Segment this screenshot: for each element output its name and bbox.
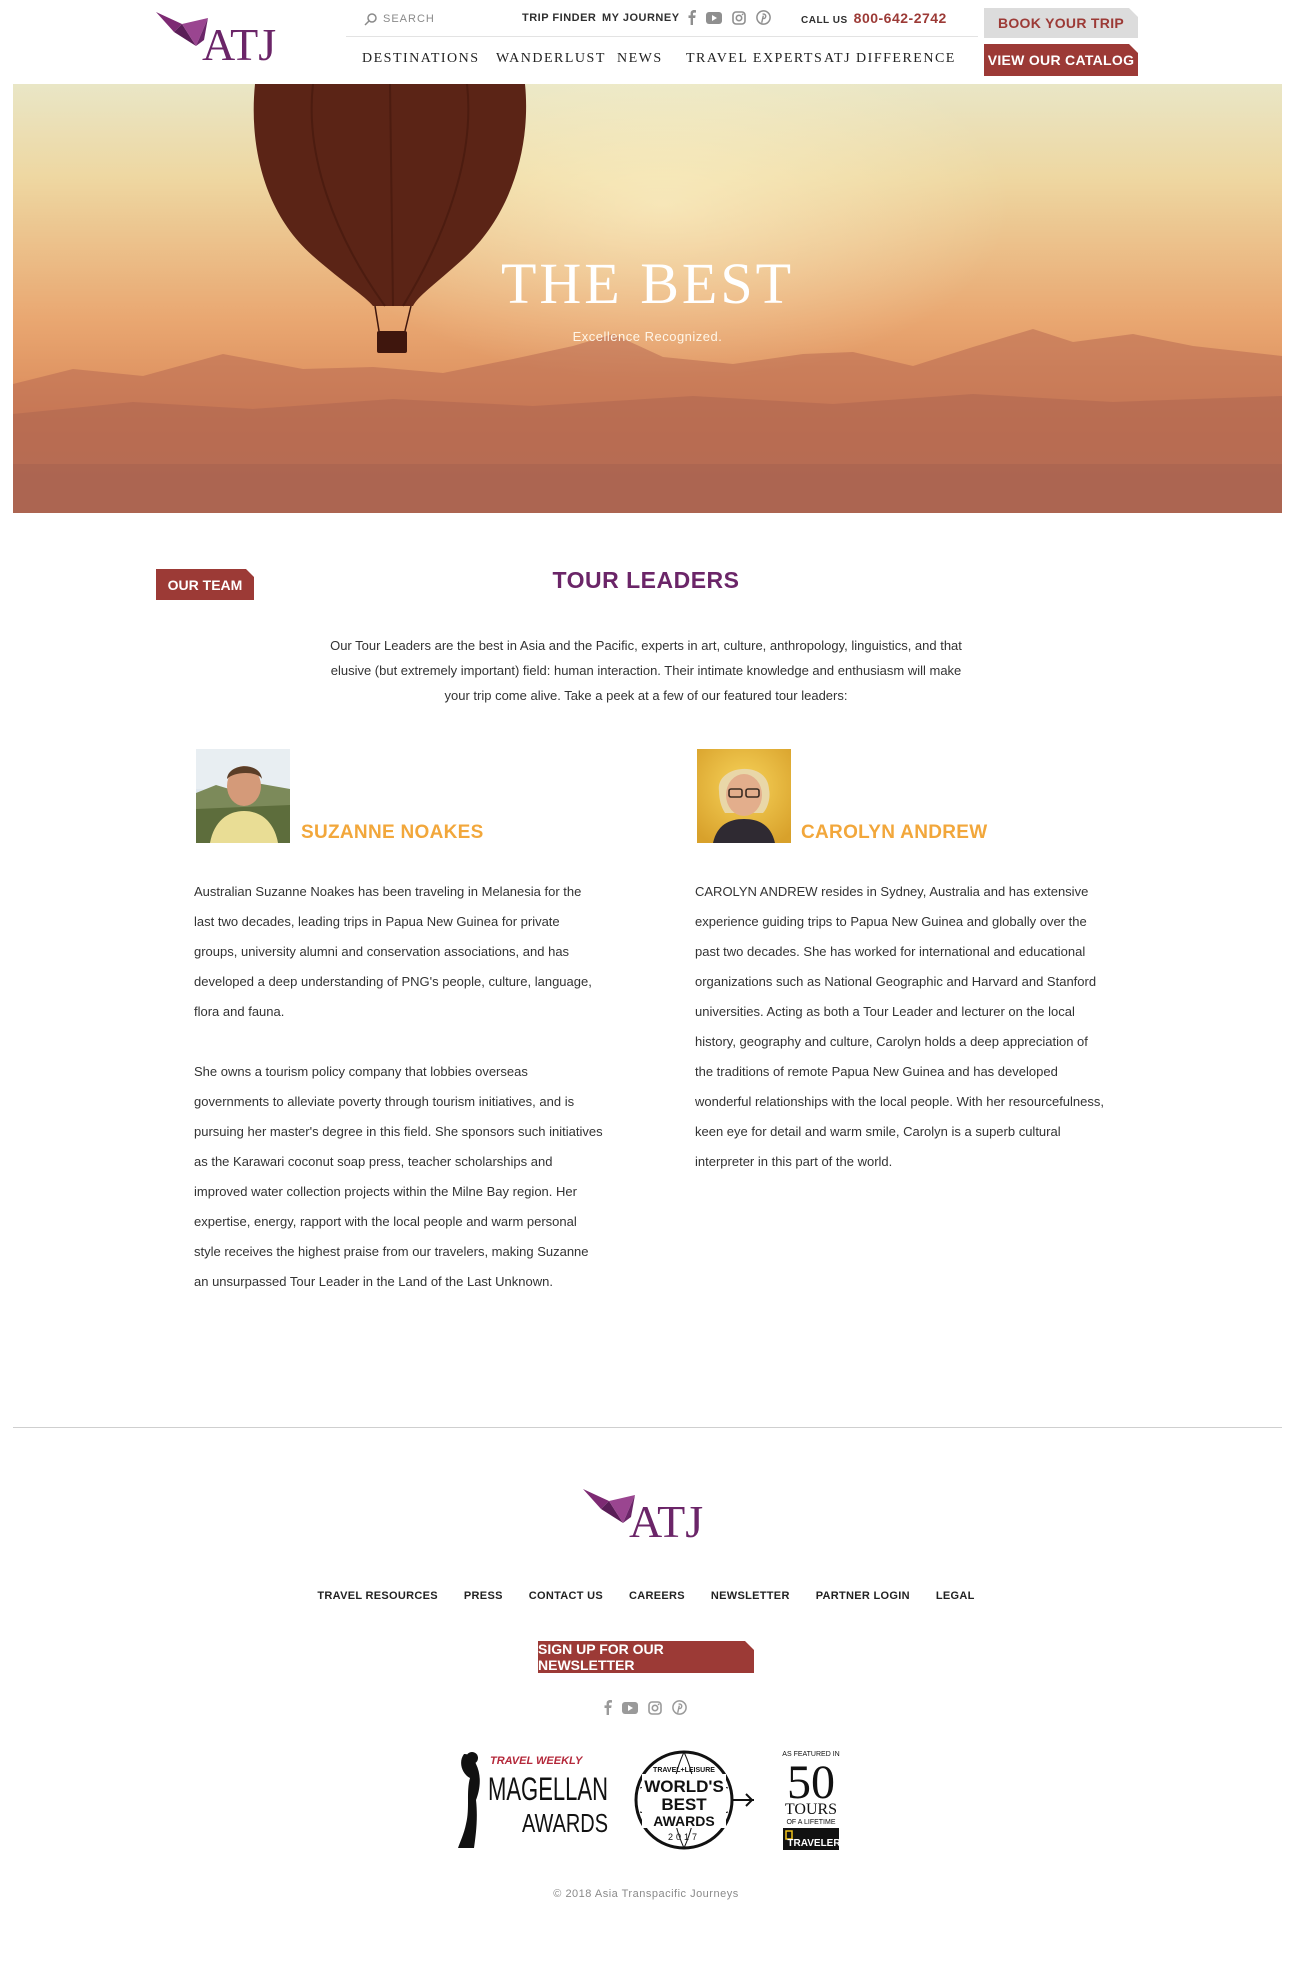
footer-link-travel-resources[interactable]: TRAVEL RESOURCES xyxy=(317,1590,438,1602)
footer-divider xyxy=(13,1427,1282,1428)
magellan-awards-logo: TRAVEL WEEKLY MAGELLAN AWARDS xyxy=(458,1752,608,1848)
fifty-tours-line2: OF A LIFETIME xyxy=(786,1819,835,1826)
trip-finder-link[interactable]: TRIP FINDER xyxy=(522,12,596,24)
search-box[interactable]: SEARCH xyxy=(364,10,500,28)
footer-links: TRAVEL RESOURCES PRESS CONTACT US CAREER… xyxy=(0,1590,1292,1602)
corner-fold xyxy=(1129,8,1138,17)
nav-destinations[interactable]: DESTINATIONS xyxy=(362,51,480,67)
youtube-icon[interactable] xyxy=(622,1701,638,1714)
pinterest-icon[interactable] xyxy=(756,10,771,25)
footer-social-icons xyxy=(604,1700,687,1715)
nav-travel-experts[interactable]: TRAVEL EXPERTS xyxy=(686,51,823,67)
bio-paragraph: She owns a tourism policy company that l… xyxy=(194,1064,603,1289)
magellan-line1: MAGELLAN xyxy=(488,1771,608,1807)
hero-title: THE BEST xyxy=(500,251,795,316)
leader-photo-carolyn xyxy=(697,749,791,843)
facebook-icon[interactable] xyxy=(604,1700,612,1715)
book-your-trip-label: BOOK YOUR TRIP xyxy=(997,15,1125,31)
bio-paragraph: Australian Suzanne Noakes has been trave… xyxy=(194,884,592,1019)
magellan-line2: AWARDS xyxy=(522,1808,608,1838)
worlds-best-year: 2017 xyxy=(668,1832,700,1842)
hero-subtitle: Excellence Recognized. xyxy=(572,329,723,344)
hero-banner: THE BEST Excellence Recognized. xyxy=(13,84,1282,513)
pinterest-icon[interactable] xyxy=(672,1700,687,1715)
search-input[interactable]: SEARCH xyxy=(383,13,435,25)
book-your-trip-button[interactable]: BOOK YOUR TRIP xyxy=(984,8,1138,38)
leader-bio-carolyn: CAROLYN ANDREW resides in Sydney, Austra… xyxy=(695,877,1105,1177)
phone-number-link[interactable]: 800-642-2742 xyxy=(854,10,947,26)
worlds-best-line2: BEST xyxy=(661,1795,707,1814)
worlds-best-brand: TRAVEL+LEISURE xyxy=(653,1767,715,1774)
nav-atj-difference[interactable]: ATJ DIFFERENCE xyxy=(824,51,956,67)
view-catalog-button[interactable]: VIEW OUR CATALOG xyxy=(984,44,1138,76)
worlds-best-line1: WORLD'S xyxy=(644,1777,724,1796)
intro-text: Our Tour Leaders are the best in Asia an… xyxy=(330,638,962,703)
worlds-best-awards-badge: TRAVEL+LEISURE WORLD'S BEST AWARDS 2017 xyxy=(632,1748,758,1857)
origami-bird-icon: ATJ xyxy=(156,12,276,70)
footer-link-newsletter[interactable]: NEWSLETTER xyxy=(711,1590,790,1602)
leader-name-suzanne: SUZANNE NOAKES xyxy=(301,822,484,843)
origami-bird-icon: ATJ xyxy=(583,1489,703,1547)
leader-photo-suzanne xyxy=(196,749,290,843)
section-title: TOUR LEADERS xyxy=(552,567,740,593)
search-icon xyxy=(364,12,377,26)
header-social-icons xyxy=(688,10,771,25)
footer-link-partner-login[interactable]: PARTNER LOGIN xyxy=(816,1590,910,1602)
header-divider xyxy=(346,36,978,37)
newsletter-signup-label: SIGN UP FOR OUR NEWSLETTER xyxy=(538,1641,664,1673)
fifty-tours-badge: AS FEATURED IN 50 TOURS OF A LIFETIME TR… xyxy=(778,1748,844,1857)
bio-paragraph: CAROLYN ANDREW resides in Sydney, Austra… xyxy=(695,884,1104,1169)
nav-wanderlust[interactable]: WANDERLUST xyxy=(496,51,606,67)
logo-text: ATJ xyxy=(202,19,276,70)
leader-bio-suzanne: Australian Suzanne Noakes has been trave… xyxy=(194,877,604,1297)
instagram-icon[interactable] xyxy=(648,1700,662,1715)
carolyn-portrait-image xyxy=(697,749,791,843)
footer-link-contact-us[interactable]: CONTACT US xyxy=(529,1590,603,1602)
call-us-label: CALL US xyxy=(801,15,848,26)
newsletter-signup-button[interactable]: SIGN UP FOR OUR NEWSLETTER xyxy=(538,1641,754,1673)
fifty-tours-line1: TOURS xyxy=(785,1801,837,1818)
leader-name-carolyn: CAROLYN ANDREW xyxy=(801,822,988,843)
facebook-icon[interactable] xyxy=(688,10,696,25)
footer-atj-logo[interactable]: ATJ xyxy=(583,1487,707,1553)
call-us: CALL US 800-642-2742 xyxy=(801,10,947,26)
fifty-tours-logo: AS FEATURED IN 50 TOURS OF A LIFETIME TR… xyxy=(782,1751,841,1850)
footer-logo-text: ATJ xyxy=(629,1496,703,1547)
suzanne-portrait-image xyxy=(196,749,290,843)
atj-logo[interactable]: ATJ xyxy=(156,10,280,76)
youtube-icon[interactable] xyxy=(706,11,722,24)
instagram-icon[interactable] xyxy=(732,10,746,25)
corner-fold xyxy=(745,1641,754,1650)
worlds-best-awards-logo: TRAVEL+LEISURE WORLD'S BEST AWARDS 2017 xyxy=(634,1750,754,1850)
my-journey-link[interactable]: MY JOURNEY xyxy=(602,12,680,24)
footer-link-legal[interactable]: LEGAL xyxy=(936,1590,975,1602)
corner-fold xyxy=(1129,44,1138,53)
fifty-tours-brand: TRAVELER xyxy=(787,1838,841,1849)
nav-news[interactable]: NEWS xyxy=(617,51,663,67)
worlds-best-line3: AWARDS xyxy=(653,1813,714,1829)
copyright-text: © 2018 Asia Transpacific Journeys xyxy=(553,1888,739,1900)
view-catalog-label: VIEW OUR CATALOG xyxy=(987,52,1135,68)
footer-link-press[interactable]: PRESS xyxy=(464,1590,503,1602)
magellan-top-label: TRAVEL WEEKLY xyxy=(490,1755,584,1767)
footer-link-careers[interactable]: CAREERS xyxy=(629,1590,685,1602)
magellan-awards-badge: TRAVEL WEEKLY MAGELLAN AWARDS xyxy=(452,1748,612,1853)
